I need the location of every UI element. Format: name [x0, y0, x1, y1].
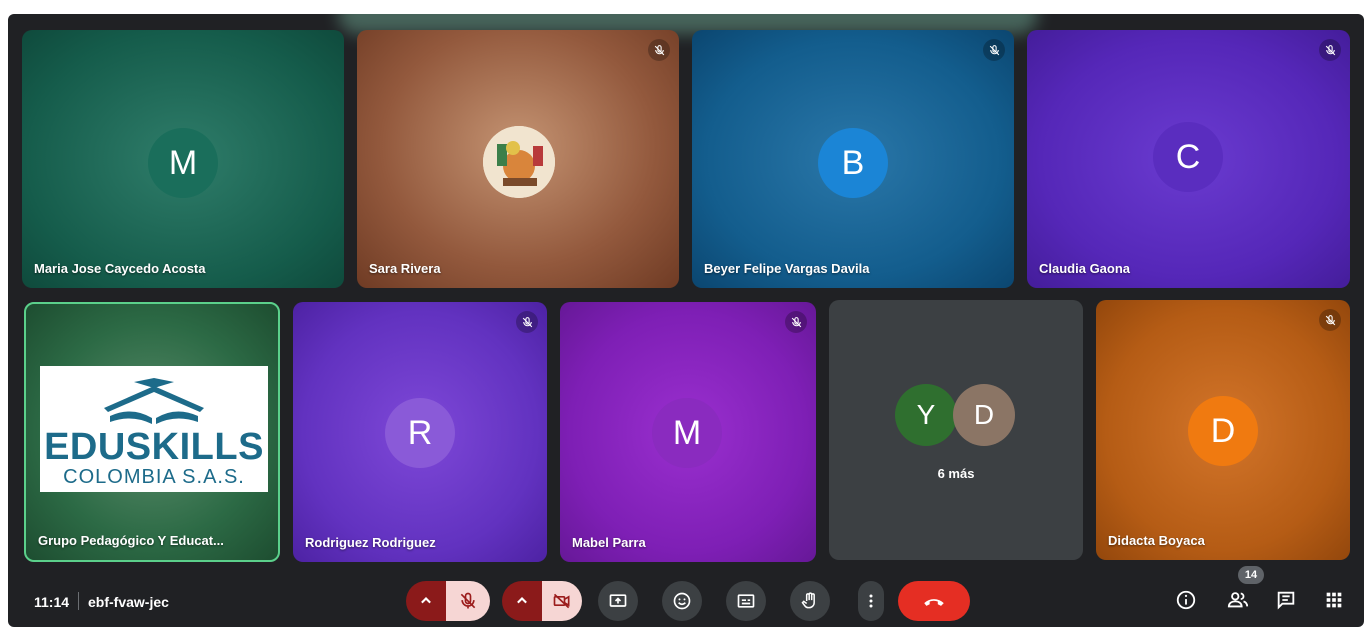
participant-name: Didacta Boyaca	[1108, 533, 1205, 548]
avatar: M	[652, 398, 722, 468]
participant-tile[interactable]: C Claudia Gaona	[1027, 30, 1350, 288]
participant-tile[interactable]: M Maria Jose Caycedo Acosta	[22, 30, 344, 288]
activities-button[interactable]	[1322, 588, 1346, 612]
participant-name: Beyer Felipe Vargas Davila	[704, 261, 870, 276]
participant-name: Claudia Gaona	[1039, 261, 1131, 276]
avatar: D	[953, 384, 1015, 446]
mic-muted-icon	[785, 311, 807, 333]
chat-icon	[1277, 591, 1295, 610]
overflow-count: 6 más	[937, 466, 975, 481]
raise-hand-icon	[801, 592, 815, 609]
present-screen-icon	[609, 594, 627, 607]
more-participants-tile[interactable]: Y D 6 más	[829, 300, 1083, 560]
participant-name: Maria Jose Caycedo Acosta	[34, 261, 206, 276]
meeting-code: ebf-fvaw-jec	[88, 594, 169, 610]
people-count-badge: 14	[1238, 566, 1264, 584]
participant-tile[interactable]: M Mabel Parra	[560, 302, 816, 562]
participant-name: Rodriguez Rodriguez	[305, 535, 436, 550]
participant-tile-speaking[interactable]: EDUSKILLS COLOMBIA S.A.S. Grupo Pedagógi…	[24, 302, 280, 562]
present-screen-button[interactable]	[598, 581, 638, 621]
participant-tile[interactable]: B Beyer Felipe Vargas Davila	[692, 30, 1014, 288]
meeting-time: 11:14	[34, 594, 70, 610]
meeting-details-button[interactable]	[1174, 588, 1198, 612]
microphone-toggle-button[interactable]	[446, 581, 490, 621]
more-options-button[interactable]	[858, 581, 884, 621]
avatar: D	[1188, 396, 1258, 466]
participant-tile[interactable]: Sara Rivera	[357, 30, 679, 288]
logo-text: EDUSKILLS	[44, 426, 264, 468]
mic-muted-icon	[1319, 39, 1341, 61]
more-vert-icon	[869, 594, 873, 608]
reactions-button[interactable]	[662, 581, 702, 621]
divider	[78, 592, 79, 610]
mic-muted-icon	[983, 39, 1005, 61]
video-options-button[interactable]	[502, 581, 542, 621]
participant-tile[interactable]: D Didacta Boyaca	[1096, 300, 1350, 560]
avatar: C	[1153, 122, 1223, 192]
avatar: R	[385, 398, 455, 468]
mic-muted-icon	[516, 311, 538, 333]
info-icon	[1176, 590, 1196, 610]
participant-tile[interactable]: R Rodriguez Rodriguez	[293, 302, 547, 562]
chat-button[interactable]	[1274, 588, 1298, 612]
mic-muted-icon	[1319, 309, 1341, 331]
leave-call-button[interactable]	[898, 581, 970, 621]
avatar: M	[148, 128, 218, 198]
mic-off-icon	[460, 592, 476, 609]
participant-name: Mabel Parra	[572, 535, 646, 550]
captions-button[interactable]	[726, 581, 766, 621]
camera-off-icon	[553, 593, 570, 609]
avatar: B	[818, 128, 888, 198]
avatar: Y	[895, 384, 957, 446]
people-icon	[1227, 592, 1249, 608]
emoji-icon	[673, 592, 691, 610]
logo-subtext: COLOMBIA S.A.S.	[63, 466, 245, 488]
company-logo: EDUSKILLS COLOMBIA S.A.S.	[40, 366, 268, 492]
audio-options-button[interactable]	[406, 581, 446, 621]
people-button[interactable]	[1226, 588, 1250, 612]
captions-icon	[737, 594, 755, 608]
meeting-stage: M Maria Jose Caycedo Acosta Sara Rivera …	[8, 14, 1364, 627]
apps-grid-icon	[1326, 592, 1342, 608]
open-book-icon	[104, 378, 204, 424]
profile-picture	[483, 126, 555, 198]
chevron-up-icon	[421, 597, 431, 604]
camera-toggle-button[interactable]	[542, 581, 582, 621]
mic-muted-icon	[648, 39, 670, 61]
raise-hand-button[interactable]	[790, 581, 830, 621]
chevron-up-icon	[517, 597, 527, 604]
hang-up-icon	[924, 599, 944, 606]
control-bar: 11:14 ebf-fvaw-jec 14	[8, 566, 1364, 627]
participant-name: Sara Rivera	[369, 261, 441, 276]
participant-name: Grupo Pedagógico Y Educat...	[38, 533, 224, 548]
